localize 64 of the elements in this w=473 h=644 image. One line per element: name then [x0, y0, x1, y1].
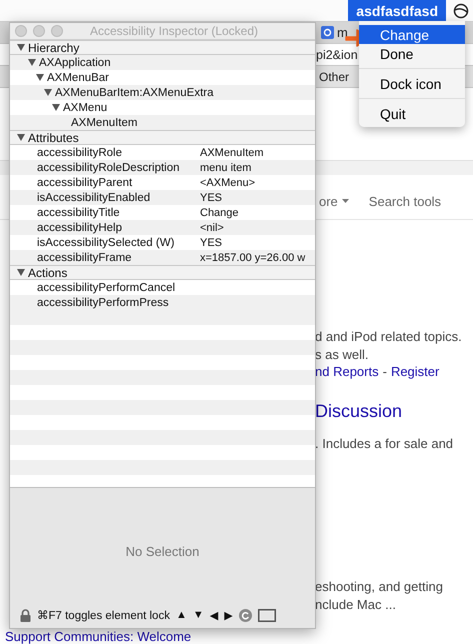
google-tab-icon: [321, 26, 334, 39]
result-title-link[interactable]: Support Communities: Welcome: [5, 629, 192, 644]
attribute-name: accessibilityTitle: [36, 206, 121, 218]
result-link[interactable]: Register: [390, 363, 440, 380]
attribute-name: accessibilityRole: [36, 146, 124, 158]
attribute-name: isAccessibilitySelected (W): [36, 236, 176, 248]
attribute-name: accessibilityRoleDescription: [36, 162, 181, 174]
attribute-value: YES: [200, 192, 222, 204]
section-header[interactable]: Attributes: [10, 130, 315, 145]
attribute-name: accessibilityParent: [36, 176, 134, 188]
rectangle-icon[interactable]: [258, 608, 276, 622]
result-snippet: . Includes a for sale and: [315, 434, 454, 452]
result-link[interactable]: nd Reports: [315, 363, 379, 380]
tree-node[interactable]: AXMenuBar: [10, 72, 110, 84]
result-snippet: eshooting, and getting: [315, 578, 444, 596]
address-text[interactable]: pi2&ion: [316, 48, 358, 62]
attribute-value: Change: [200, 206, 239, 218]
bookmark-item[interactable]: Other: [319, 70, 350, 84]
attribute-value: <AXMenu>: [200, 176, 256, 188]
disclosure-triangle-icon[interactable]: [27, 58, 37, 67]
result-snippet: nclude Mac ...: [315, 596, 397, 613]
no-selection-label: No Selection: [126, 544, 200, 558]
attribute-value: <nil>: [200, 222, 224, 234]
lock-icon[interactable]: [20, 608, 31, 622]
disclosure-triangle-icon[interactable]: [16, 43, 26, 52]
section-title: Hierarchy: [28, 40, 80, 54]
disclosure-triangle-icon[interactable]: [16, 268, 26, 277]
tab-title[interactable]: m: [337, 25, 348, 40]
navigate-button[interactable]: ▶: [224, 608, 233, 622]
section-header[interactable]: Actions: [10, 265, 315, 280]
disclosure-triangle-icon[interactable]: [51, 103, 61, 112]
attribute-name: accessibilityHelp: [36, 222, 124, 234]
search-option[interactable]: ore: [319, 194, 349, 208]
refresh-icon[interactable]: [238, 608, 252, 622]
disclosure-triangle-icon[interactable]: [43, 88, 53, 97]
navigate-button[interactable]: ▲: [176, 609, 187, 621]
section-header[interactable]: Hierarchy: [10, 40, 315, 55]
section-title: Attributes: [28, 130, 79, 144]
attribute-name: isAccessibilityEnabled: [36, 192, 152, 204]
action-item[interactable]: accessibilityPerformCancel: [10, 282, 176, 294]
result-snippet: s as well.: [315, 346, 370, 363]
status-menu-title[interactable]: asdfasdfasd: [348, 0, 446, 21]
menu-item[interactable]: Quit: [359, 104, 465, 123]
menu-item[interactable]: Done: [359, 44, 465, 63]
status-item-icon[interactable]: [453, 2, 469, 18]
attribute-value: YES: [200, 236, 222, 248]
lock-hint: ⌘F7 toggles element lock: [37, 609, 170, 622]
menu-item[interactable]: Dock icon: [359, 74, 465, 93]
menu-item[interactable]: Change: [359, 25, 465, 44]
section-title: Actions: [28, 266, 68, 280]
link-separator: -: [382, 363, 387, 380]
tree-node[interactable]: AXMenu: [10, 102, 108, 114]
attribute-value: x=1857.00 y=26.00 w: [200, 252, 306, 264]
attribute-value: AXMenuItem: [200, 146, 264, 158]
attribute-name: accessibilityFrame: [36, 252, 133, 264]
attribute-value: menu item: [200, 162, 252, 174]
caret-icon: [342, 199, 349, 203]
window-title: Accessibility Inspector (Locked): [88, 24, 260, 38]
navigate-button[interactable]: ◀: [210, 608, 218, 622]
disclosure-triangle-icon[interactable]: [35, 73, 45, 82]
disclosure-triangle-icon[interactable]: [16, 133, 26, 142]
navigate-button[interactable]: ▼: [192, 609, 204, 621]
search-option[interactable]: Search tools: [368, 194, 442, 208]
result-title-link[interactable]: Discussion: [315, 398, 473, 422]
